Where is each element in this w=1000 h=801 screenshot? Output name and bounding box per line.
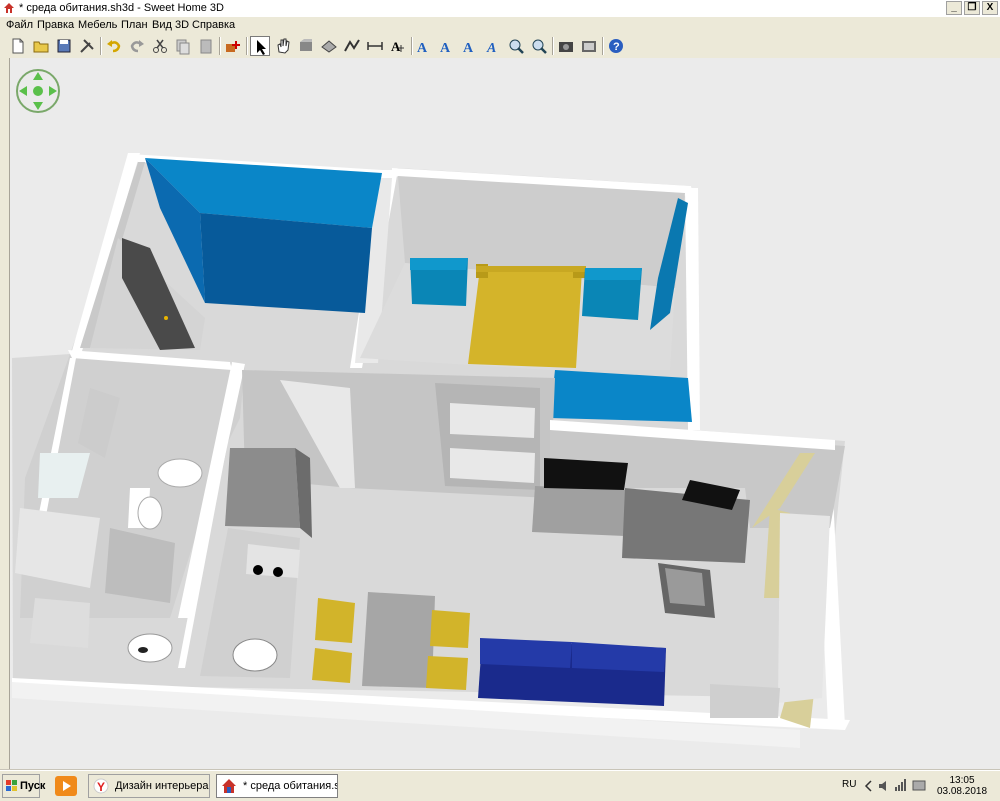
menu-plan[interactable]: План [121,19,148,31]
fridge [225,448,300,528]
window-title: * среда обитания.sh3d - Sweet Home 3D [19,2,224,14]
media-player-icon[interactable] [53,774,79,798]
italic-text-button[interactable]: A [483,36,503,56]
zoom-in-button[interactable] [506,36,526,56]
create-polylines-button[interactable] [342,36,362,56]
language-indicator[interactable]: RU [842,779,856,790]
dining-table [362,592,435,688]
create-walls-button[interactable] [296,36,316,56]
blue-dresser [550,370,692,422]
increase-text-size-button[interactable]: A [437,36,457,56]
maximize-button[interactable]: ❐ [964,1,980,15]
yandex-browser-icon: Y [93,778,109,794]
stove-burner [253,565,263,575]
close-button[interactable]: X [982,1,998,15]
menu-edit[interactable]: Правка [37,19,74,31]
start-label: Пуск [20,780,46,792]
dining-chair [426,656,468,690]
minimize-button[interactable]: _ [946,1,962,15]
svg-text:A: A [417,41,428,56]
create-video-button[interactable] [579,36,599,56]
copy-button[interactable] [173,36,193,56]
taskbar: Пуск Y Дизайн интерьера ... * среда обит… [0,770,1000,801]
svg-text:A: A [486,41,496,56]
kitchen-sink [232,638,278,672]
modify-text-style-button[interactable]: A [414,36,434,56]
windows-logo-icon [6,780,18,792]
add-text-button[interactable]: A [388,36,408,56]
menu-help[interactable]: Справка [192,19,235,31]
add-furniture-button[interactable] [223,36,243,56]
task-browser[interactable]: Y Дизайн интерьера ... [88,774,210,798]
menu-3d-view[interactable]: Вид 3D [152,19,189,31]
svg-text:A: A [440,41,451,56]
system-tray: RU 13:05 03.08.2018 [832,774,998,798]
start-button[interactable]: Пуск [2,774,45,798]
dining-chair [430,610,470,648]
sink [127,633,173,663]
help-button[interactable]: ? [606,36,626,56]
navigation-arrows[interactable] [15,68,61,114]
clock-time: 13:05 [949,775,975,786]
dining-chair [312,648,352,683]
create-rooms-button[interactable] [319,36,339,56]
tray-arrow-icon[interactable] [864,780,874,795]
create-photo-button[interactable] [556,36,576,56]
redo-button[interactable] [127,36,147,56]
cut-button[interactable] [150,36,170,56]
save-button[interactable] [54,36,74,56]
select-mode-button[interactable] [250,36,270,56]
svg-text:A: A [391,39,401,54]
toilet [157,458,203,488]
app-icon [3,2,15,14]
network-icon[interactable] [894,778,908,795]
svg-text:?: ? [613,41,620,53]
tv [544,458,628,490]
paste-button[interactable] [196,36,216,56]
window [778,513,830,703]
preferences-button[interactable] [77,36,97,56]
create-dimensions-button[interactable] [365,36,385,56]
menu-bar: Файл Правка Мебель План Вид 3D Справка [0,17,1000,34]
bold-text-button[interactable]: A [460,36,480,56]
clock[interactable]: 13:05 03.08.2018 [932,775,992,797]
menu-furniture[interactable]: Мебель [78,19,117,31]
security-icon[interactable] [912,778,926,795]
open-button[interactable] [31,36,51,56]
left-splitter[interactable] [0,58,10,770]
task-browser-label: Дизайн интерьера ... [115,780,209,792]
dining-chair [315,598,355,643]
clock-date: 03.08.2018 [936,786,988,797]
task-sweethome3d-label: * среда обитания.s... [243,780,337,792]
svg-text:A: A [463,41,474,56]
volume-icon[interactable] [878,779,890,796]
zoom-out-button[interactable] [529,36,549,56]
pan-mode-button[interactable] [273,36,293,56]
task-sweethome3d[interactable]: * среда обитания.s... [216,774,338,798]
3d-view[interactable] [10,58,1000,770]
toolbar: A A A A A ? [0,34,1000,59]
undo-button[interactable] [104,36,124,56]
sweethome3d-icon [221,778,237,794]
wardrobe-front [200,213,372,313]
title-bar: * среда обитания.sh3d - Sweet Home 3D _ … [0,0,1000,18]
new-home-button[interactable] [8,36,28,56]
3d-scene [12,153,850,748]
tv-stand [532,486,630,536]
bed-mattress [468,268,582,368]
svg-text:Y: Y [97,780,105,794]
menu-file[interactable]: Файл [6,19,33,31]
